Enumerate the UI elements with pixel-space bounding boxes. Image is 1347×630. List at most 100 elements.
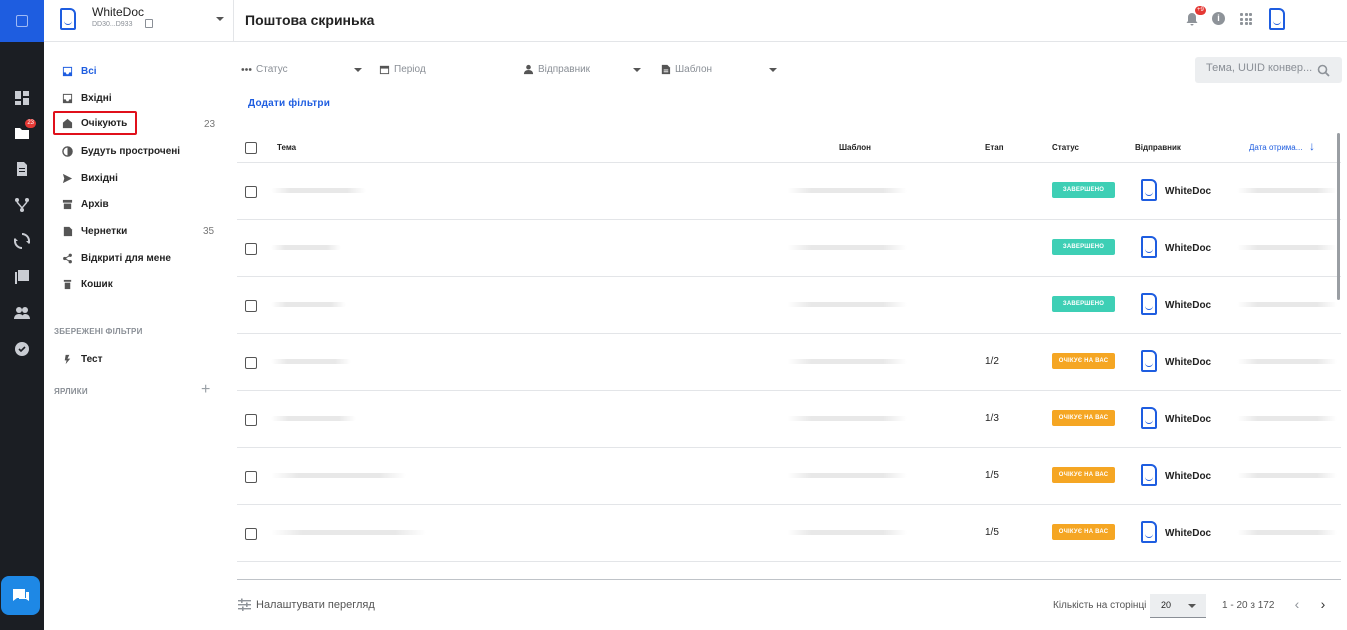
copy-icon[interactable]	[145, 19, 153, 28]
sidebar-item-archive[interactable]: Архів	[54, 193, 224, 215]
row-checkbox[interactable]	[245, 528, 257, 540]
notifications-badge: +9	[1195, 6, 1206, 15]
chevron-down-icon	[769, 68, 777, 72]
sidebar-item-all[interactable]: Всі	[54, 60, 224, 82]
sender-filter-label: Відправник	[538, 63, 591, 75]
row-checkbox[interactable]	[245, 300, 257, 312]
table-row[interactable]: 1/2 ОЧІКУЄ НА ВАС WhiteDoc	[237, 334, 1341, 391]
sliders-icon	[238, 598, 251, 611]
table-row[interactable]: ЗАВЕРШЕНО WhiteDoc	[237, 163, 1341, 220]
status-filter[interactable]: Статус	[240, 61, 362, 77]
sender-name: WhiteDoc	[1165, 528, 1212, 539]
library-icon[interactable]	[12, 267, 32, 287]
folder-icon[interactable]: 23	[12, 119, 36, 143]
sidebar-item-label: Архів	[81, 198, 109, 210]
sender-filter[interactable]: Відправник	[522, 61, 641, 77]
sender-name: WhiteDoc	[1165, 186, 1212, 197]
user-profile-logo-icon[interactable]	[1269, 8, 1285, 30]
document-icon[interactable]	[12, 159, 32, 179]
row-checkbox[interactable]	[245, 471, 257, 483]
archive-icon	[61, 198, 73, 210]
column-status[interactable]: Статус	[1052, 143, 1079, 152]
chat-icon	[12, 588, 29, 601]
contacts-icon[interactable]	[12, 303, 32, 323]
add-filters-button[interactable]: Додати фільтри	[248, 98, 330, 109]
drafts-count: 35	[203, 226, 215, 237]
row-checkbox[interactable]	[245, 357, 257, 369]
table-row[interactable]: 1/5 ОЧІКУЄ НА ВАС WhiteDoc	[237, 448, 1341, 505]
sender-logo-icon	[1141, 350, 1157, 372]
home-button[interactable]	[0, 0, 44, 42]
page-title: Поштова скринька	[245, 12, 375, 28]
template-filter[interactable]: Шаблон	[659, 61, 777, 77]
per-page-value: 20	[1161, 600, 1172, 610]
sync-icon[interactable]	[12, 231, 32, 251]
period-filter[interactable]: Період	[378, 61, 426, 77]
column-received-date[interactable]: Дата отрима...	[1249, 143, 1302, 152]
sidebar-item-label: Вихідні	[81, 172, 118, 184]
settings-icon[interactable]	[12, 339, 32, 359]
documents-table: Тема Шаблон Етап Статус Відправник Дата …	[237, 133, 1341, 580]
per-page-select[interactable]: 20	[1150, 594, 1206, 618]
per-page-label: Кількість на сторінці	[1053, 600, 1147, 611]
sidebar-item-label: Будуть прострочені	[81, 145, 181, 157]
share-icon	[61, 252, 73, 264]
table-row[interactable]: 1/3 ОЧІКУЄ НА ВАС WhiteDoc	[237, 391, 1341, 448]
bolt-icon	[61, 353, 73, 365]
date-blurred	[1237, 302, 1337, 307]
sidebar-item-shared[interactable]: Відкриті для мене	[54, 247, 224, 269]
add-label-icon[interactable]: +	[201, 382, 210, 398]
sidebar-item-drafts[interactable]: Чернетки	[54, 220, 224, 242]
sidebar-item-incoming[interactable]: Вхідні	[54, 87, 224, 109]
sidebar-item-outgoing[interactable]: Вихідні	[54, 167, 224, 189]
folder-sidebar: Всі Вхідні Очікують 23 Будуть прострочен…	[44, 42, 234, 630]
table-row[interactable]: ЗАВЕРШЕНО WhiteDoc	[237, 220, 1341, 277]
more-dots-icon	[240, 63, 252, 75]
saved-filter-item[interactable]: Тест	[54, 348, 224, 370]
template-blurred	[787, 188, 907, 193]
workflow-icon[interactable]	[12, 195, 32, 215]
row-checkbox[interactable]	[245, 414, 257, 426]
sort-arrow-down-icon[interactable]: ↓	[1309, 139, 1315, 153]
column-subject[interactable]: Тема	[277, 143, 296, 152]
search-icon[interactable]	[1317, 64, 1330, 77]
search-input[interactable]	[1206, 62, 1316, 74]
column-template[interactable]: Шаблон	[839, 143, 871, 152]
date-blurred	[1237, 473, 1337, 478]
customize-view-label: Налаштувати перегляд	[256, 598, 375, 611]
column-stage[interactable]: Етап	[985, 143, 1004, 152]
company-switcher[interactable]: WhiteDoc DD30...D933	[44, 0, 234, 42]
stage-value: 1/5	[985, 470, 999, 481]
search-box[interactable]	[1195, 57, 1342, 83]
next-page-icon[interactable]: ›	[1316, 597, 1330, 611]
dashboard-icon[interactable]	[12, 88, 32, 108]
row-checkbox[interactable]	[245, 243, 257, 255]
sidebar-item-waiting[interactable]: Очікують	[53, 111, 137, 135]
prev-page-icon[interactable]: ‹	[1290, 597, 1304, 611]
customize-view-button[interactable]: Налаштувати перегляд	[238, 598, 375, 611]
sidebar-item-label: Чернетки	[81, 225, 128, 237]
table-row[interactable]: 1/5 ОЧІКУЄ НА ВАС WhiteDoc	[237, 505, 1341, 562]
chat-button[interactable]	[1, 576, 40, 615]
calendar-icon	[378, 63, 390, 75]
app-rail: 23	[0, 0, 44, 630]
info-icon[interactable]: i	[1212, 12, 1225, 25]
table-row[interactable]: ЗАВЕРШЕНО WhiteDoc	[237, 277, 1341, 334]
status-badge: ОЧІКУЄ НА ВАС	[1052, 467, 1115, 483]
row-checkbox[interactable]	[245, 186, 257, 198]
select-all-checkbox[interactable]	[245, 142, 257, 154]
draft-document-icon	[61, 225, 73, 237]
chevron-down-icon[interactable]	[216, 17, 224, 21]
column-sender[interactable]: Відправник	[1135, 143, 1181, 152]
sender-name: WhiteDoc	[1165, 357, 1212, 368]
apps-grid-icon[interactable]	[1240, 13, 1252, 25]
pagination-range: 1 - 20 з 172	[1222, 600, 1275, 611]
sidebar-item-trash[interactable]: Кошик	[54, 273, 224, 295]
table-scrollbar[interactable]	[1337, 133, 1340, 300]
sender-name: WhiteDoc	[1165, 414, 1212, 425]
send-icon	[61, 172, 73, 184]
template-document-icon	[659, 63, 671, 75]
subject-blurred	[271, 302, 346, 307]
sidebar-item-overdue[interactable]: Будуть прострочені	[54, 140, 224, 162]
hourglass-icon	[61, 117, 73, 129]
